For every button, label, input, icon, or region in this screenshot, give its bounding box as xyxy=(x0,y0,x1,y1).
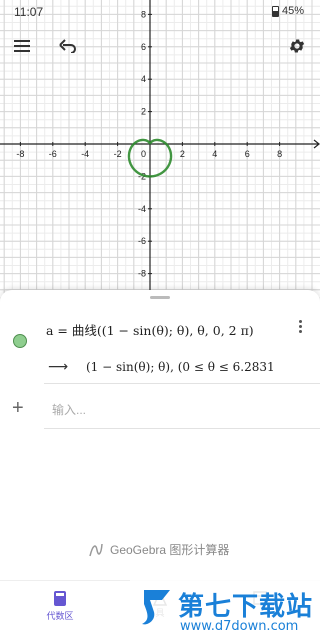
row-divider xyxy=(44,428,320,429)
tab-algebra[interactable]: 代数区 xyxy=(30,591,90,622)
row-divider xyxy=(44,383,320,384)
drag-handle[interactable] xyxy=(150,296,170,299)
tab-algebra-label: 代数区 xyxy=(46,611,74,621)
x-tick-label: -2 xyxy=(114,149,122,159)
graph-view[interactable]: -8 -6 -4 -2 2 4 6 88642-2-4-6-80 xyxy=(0,0,320,300)
y-tick-label: 4 xyxy=(141,74,146,84)
menu-button[interactable] xyxy=(8,32,36,60)
more-options-icon[interactable] xyxy=(296,320,304,333)
gear-icon xyxy=(289,39,305,53)
y-tick-label: -4 xyxy=(138,204,146,214)
status-time: 11:07 xyxy=(14,5,44,19)
watermark-logo-icon xyxy=(142,590,170,625)
x-tick-label: 2 xyxy=(180,149,185,159)
origin-label: 0 xyxy=(141,149,146,159)
visibility-toggle[interactable] xyxy=(13,334,27,348)
x-tick-label: 6 xyxy=(245,149,250,159)
hamburger-icon xyxy=(14,40,30,52)
formula-output: (1 − sin(θ); θ), (0 ≤ θ ≤ 6.28318 xyxy=(86,360,274,374)
undo-icon xyxy=(59,39,76,53)
y-tick-label: -8 xyxy=(138,269,146,279)
status-bar: 11:07 45% xyxy=(0,0,320,24)
battery-icon xyxy=(271,5,279,17)
x-tick-label: 4 xyxy=(212,149,217,159)
brand-name: GeoGebra 图形计算器 xyxy=(110,543,230,557)
geogebra-logo-icon xyxy=(89,543,103,556)
app-brand: GeoGebra 图形计算器 xyxy=(88,541,229,558)
watermark: 第七下载站 www.d7down.com xyxy=(130,580,320,640)
battery-percent: 45% xyxy=(281,5,304,17)
y-tick-label: -6 xyxy=(138,236,146,246)
x-tick-label: -6 xyxy=(49,149,57,159)
x-tick-label: -8 xyxy=(16,149,24,159)
algebra-item[interactable]: a = 曲线((1 − sin(θ); θ), θ, 0, 2 π) ⟶ (1 … xyxy=(0,308,320,388)
y-tick-label: 2 xyxy=(141,107,146,117)
calculator-icon xyxy=(54,591,66,606)
y-tick-label: 6 xyxy=(141,42,146,52)
x-tick-label: -4 xyxy=(81,149,89,159)
new-input-field[interactable]: 输入... xyxy=(52,401,86,418)
output-arrow-icon: ⟶ xyxy=(48,358,69,374)
x-tick-label: 8 xyxy=(277,149,282,159)
undo-button[interactable] xyxy=(54,32,82,60)
watermark-title: 第七下载站 xyxy=(178,592,314,622)
add-icon[interactable]: + xyxy=(12,398,24,418)
battery-indicator: 45% xyxy=(271,5,304,17)
formula-input[interactable]: a = 曲线((1 − sin(θ); θ), θ, 0, 2 π) xyxy=(46,320,254,339)
watermark-url: www.d7down.com xyxy=(180,619,299,634)
settings-button[interactable] xyxy=(283,32,311,60)
